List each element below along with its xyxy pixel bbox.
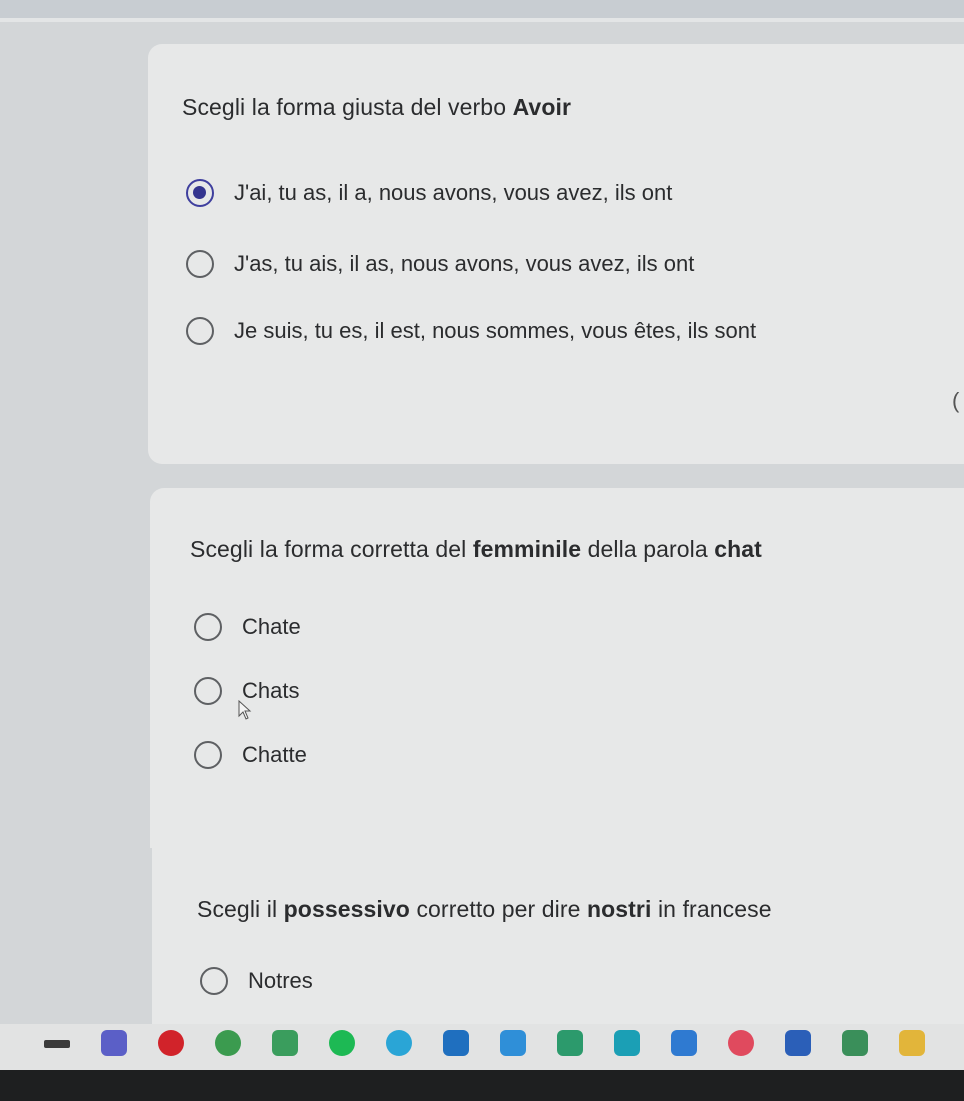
radio-button[interactable] — [186, 250, 214, 278]
radio-button[interactable] — [200, 967, 228, 995]
question-title-text: della parola — [581, 536, 715, 562]
option-label: Notres — [248, 968, 313, 993]
option-label: Je suis, tu es, il est, nous sommes, vou… — [234, 318, 757, 343]
option-chat-3[interactable]: Chatte — [194, 741, 307, 769]
question-title-text: Scegli il — [197, 896, 284, 922]
edge-icon[interactable] — [614, 1030, 640, 1056]
question-title-text: Scegli la forma giusta del verbo — [182, 94, 513, 120]
option-label: Chatte — [242, 742, 307, 767]
widget-icon[interactable] — [44, 1040, 70, 1048]
question-title-1: Scegli la forma giusta del verbo Avoir — [182, 94, 571, 121]
question-title-bold: nostri — [586, 896, 652, 922]
option-chat-1[interactable]: Chate — [194, 613, 301, 641]
store-icon[interactable] — [671, 1030, 697, 1056]
teams-icon[interactable] — [101, 1030, 127, 1056]
question-title-text: in francese — [651, 896, 772, 922]
chrome-profile-icon[interactable] — [842, 1030, 868, 1056]
option-label: J'as, tu ais, il as, nous avons, vous av… — [234, 251, 695, 276]
radio-button[interactable] — [186, 317, 214, 345]
question-title-text: Scegli la forma corretta del — [190, 536, 473, 562]
option-avoir-3[interactable]: Je suis, tu es, il est, nous sommes, vou… — [186, 317, 756, 345]
mouse-cursor-icon — [238, 700, 252, 720]
screen-bezel — [0, 1070, 964, 1101]
calendar-icon[interactable] — [500, 1030, 526, 1056]
classroom-icon[interactable] — [272, 1030, 298, 1056]
browser-top-edge — [0, 0, 964, 22]
option-label: J'ai, tu as, il a, nous avons, vous avez… — [234, 180, 673, 205]
question-card-3 — [152, 848, 964, 1028]
spotify-icon[interactable] — [329, 1030, 355, 1056]
radio-button[interactable] — [194, 613, 222, 641]
question-title-text: corretto per dire — [409, 896, 587, 922]
question-title-bold: possessivo — [283, 896, 410, 922]
question-title-bold: femminile — [472, 536, 582, 562]
option-nostri-1[interactable]: Notres — [200, 967, 313, 995]
question-title-3: Scegli il possessivo corretto per dire n… — [197, 896, 772, 923]
radio-button-selected[interactable] — [186, 179, 214, 207]
question-title-bold: chat — [714, 536, 762, 562]
question-title-2: Scegli la forma corretta del femminile d… — [190, 536, 762, 563]
files-icon[interactable] — [899, 1030, 925, 1056]
radio-button[interactable] — [194, 677, 222, 705]
option-label: Chate — [242, 614, 301, 639]
question-title-bold: Avoir — [512, 94, 572, 120]
chrome-icon[interactable] — [215, 1030, 241, 1056]
option-avoir-1[interactable]: J'ai, tu as, il a, nous avons, vous avez… — [186, 179, 672, 207]
maps-icon[interactable] — [557, 1030, 583, 1056]
option-avoir-2[interactable]: J'as, tu ais, il as, nous avons, vous av… — [186, 250, 694, 278]
radio-button[interactable] — [194, 741, 222, 769]
opera-icon[interactable] — [728, 1030, 754, 1056]
partial-glyph: ( — [952, 388, 960, 413]
pinterest-icon[interactable] — [158, 1030, 184, 1056]
word-icon[interactable] — [785, 1030, 811, 1056]
taskbar — [0, 1024, 964, 1072]
outlook-icon[interactable] — [443, 1030, 469, 1056]
telegram-icon[interactable] — [386, 1030, 412, 1056]
